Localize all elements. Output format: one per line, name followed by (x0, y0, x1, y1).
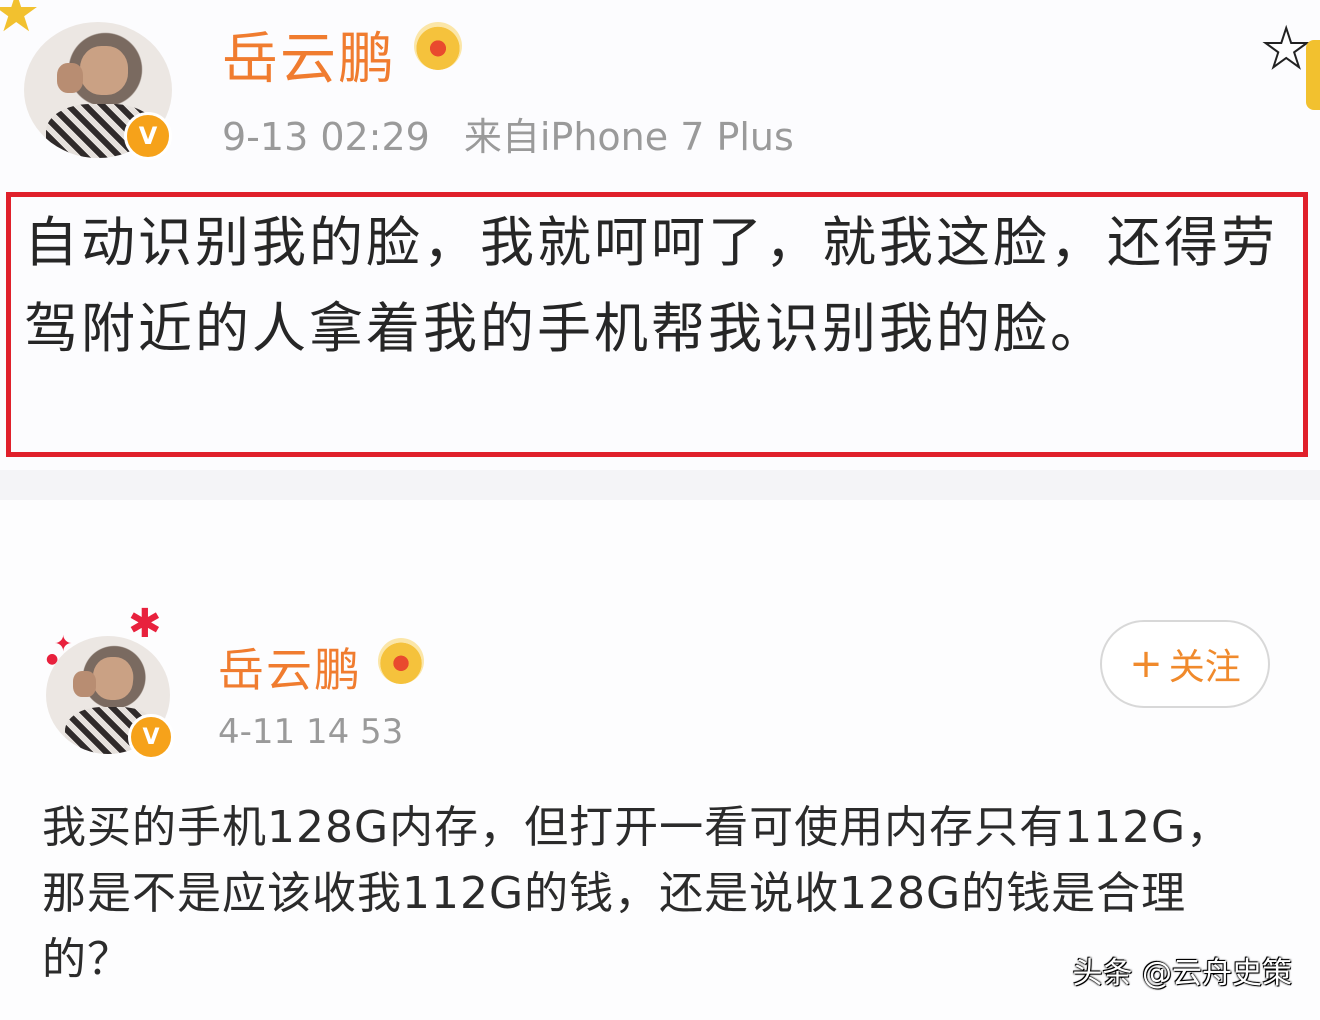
username[interactable]: 岳云鹏 (222, 14, 396, 95)
plus-icon: + (1129, 641, 1163, 687)
follow-button[interactable]: + 关注 (1100, 620, 1270, 708)
post-source[interactable]: 来自iPhone 7 Plus (464, 115, 794, 159)
avatar-face (80, 46, 128, 96)
star-icon[interactable]: ★ (1261, 21, 1311, 77)
post-timestamp: 9-13 02:29 (222, 115, 430, 159)
post-card-1: ★ V 岳云鹏 9-13 02:29 来自iPhone 7 Plus ★ 自动识别… (0, 0, 1320, 470)
corner-star-icon: ★ (0, 0, 41, 44)
post-divider (0, 470, 1320, 500)
post-meta: 9-13 02:29 来自iPhone 7 Plus (222, 106, 794, 161)
follow-label: 关注 (1168, 647, 1241, 688)
avatar-hand (56, 62, 84, 93)
avatar-face (93, 657, 133, 700)
post-timestamp: 4-11 14 53 (218, 712, 404, 752)
avatar-hand (73, 671, 96, 698)
verified-badge-icon: V (124, 112, 172, 160)
crown-icon (414, 22, 462, 70)
username[interactable]: 岳云鹏 (218, 634, 362, 700)
post-content: 自动识别我的脸，我就呵呵了，就我这脸，还得劳驾附近的人拿着我的手机帮我识别我的脸… (24, 211, 1278, 360)
side-strip (1306, 40, 1320, 110)
crown-icon (378, 638, 424, 684)
sparkle-star-icon: ✱ (128, 601, 162, 647)
watermark: 头条 @云舟史策 (1072, 956, 1292, 991)
verified-badge-icon: V (128, 714, 174, 760)
